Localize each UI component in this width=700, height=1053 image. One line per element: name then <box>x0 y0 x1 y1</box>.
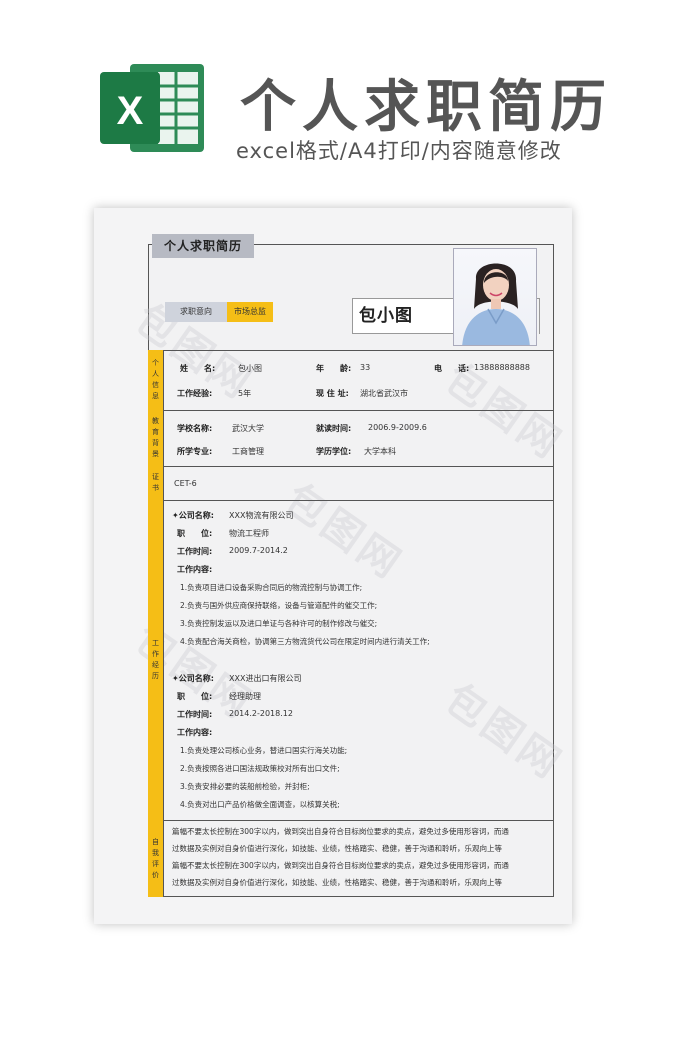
job2-content-label: 工作内容: <box>177 728 213 737</box>
job1-duty: 3.负责控制发运以及进口单证与各种许可的制作修改与催交; <box>180 619 378 628</box>
degree-value: 大学本科 <box>364 447 396 456</box>
job1-time-label: 工作时间: <box>177 547 213 556</box>
excel-logo-icon: X <box>100 64 204 152</box>
logo-letter: X <box>117 89 144 133</box>
job2-duty: 3.负责安排必要的装船前检验，并封柜; <box>180 782 310 791</box>
job2-duty: 1.负责处理公司核心业务，替进口国实行海关功能; <box>180 746 348 755</box>
certificate-value: CET-6 <box>174 479 197 488</box>
job2-position-label: 职 位: <box>177 692 213 701</box>
phone-value: 13888888888 <box>474 363 530 372</box>
self-eval-line: 篇幅不要太长控制在300字以内，做到突出自身符合目标岗位要求的卖点，避免过多使用… <box>172 827 509 836</box>
job1-duty: 2.负责与国外供应商保持联络，设备与管道配件的催交工作; <box>180 601 378 610</box>
divider <box>148 350 554 351</box>
job1-content-label: 工作内容: <box>177 565 213 574</box>
banner: X 个人求职简历 excel格式/A4打印/内容随意修改 <box>0 0 700 200</box>
section-work-label: 工作经历 <box>148 500 164 820</box>
age-value: 33 <box>360 363 371 372</box>
job1-duty: 1.负责项目进口设备采购合同后的物流控制与协调工作; <box>180 583 363 592</box>
self-eval-line: 过数据及实例对自身价值进行深化，如技能、业绩，性格踏实、稳健，善于沟通和聆听，乐… <box>172 878 502 887</box>
job2-duty: 2.负责按照各进口国法规政策校对所有出口文件; <box>180 764 340 773</box>
divider <box>148 410 554 411</box>
school-value: 武汉大学 <box>232 424 264 433</box>
self-eval-line: 过数据及实例对自身价值进行深化，如技能、业绩，性格踏实、稳健，善于沟通和聆听，乐… <box>172 844 502 853</box>
job1-company-label: ✦公司名称: <box>172 511 214 520</box>
name-label: 姓 名: <box>180 364 216 373</box>
degree-label: 学历学位: <box>316 447 352 456</box>
major-value: 工商管理 <box>232 447 264 456</box>
job1-company: XXX物流有限公司 <box>229 511 294 520</box>
job1-duty: 4.负责配合海关商检，协调第三方物流货代公司在限定时间内进行清关工作; <box>180 637 430 646</box>
name-value: 包小图 <box>238 364 262 373</box>
display-name: 包小图 <box>352 298 456 334</box>
intent-value: 市场总监 <box>227 302 273 322</box>
job2-time: 2014.2-2018.12 <box>229 709 293 718</box>
section-personal-label: 个人信息 <box>148 350 164 410</box>
school-label: 学校名称: <box>177 424 213 433</box>
job2-duty: 4.负责对出口产品价格做全面调查，以核算关税; <box>180 800 340 809</box>
banner-title: 个人求职简历 <box>240 75 612 140</box>
divider <box>148 466 554 467</box>
job1-time: 2009.7-2014.2 <box>229 546 288 555</box>
divider <box>148 500 554 501</box>
self-eval-line: 篇幅不要太长控制在300字以内，做到突出自身符合目标岗位要求的卖点，避免过多使用… <box>172 861 509 870</box>
job2-company-label: ✦公司名称: <box>172 674 214 683</box>
experience-value: 5年 <box>238 389 252 398</box>
person-photo-icon <box>462 263 530 345</box>
job1-position-label: 职 位: <box>177 529 213 538</box>
divider <box>148 820 554 821</box>
address-value: 湖北省武汉市 <box>360 389 408 398</box>
intent-label: 求职意向 <box>165 302 227 322</box>
job2-position: 经理助理 <box>229 692 261 701</box>
study-period-value: 2006.9-2009.6 <box>368 423 427 432</box>
address-label: 现 住 址: <box>316 389 349 398</box>
section-self-eval-label: 自我评价 <box>148 820 164 897</box>
profile-photo <box>453 248 537 346</box>
job2-time-label: 工作时间: <box>177 710 213 719</box>
job1-position: 物流工程师 <box>229 529 269 538</box>
self-eval-text: 篇幅不要太长控制在300字以内，做到突出自身符合目标岗位要求的卖点，避免过多使用… <box>172 823 546 891</box>
section-education-label: 教育背景 <box>148 410 164 466</box>
job-intent: 求职意向 市场总监 <box>165 302 273 322</box>
section-certificate-label: 证书 <box>148 466 164 500</box>
phone-label: 电 话: <box>434 364 470 373</box>
age-label: 年 龄: <box>316 364 352 373</box>
experience-label: 工作经验: <box>177 389 213 398</box>
resume-title-tab: 个人求职简历 <box>152 234 254 258</box>
major-label: 所学专业: <box>177 447 213 456</box>
study-period-label: 就读时间: <box>316 424 352 433</box>
banner-subtitle: excel格式/A4打印/内容随意修改 <box>236 139 562 163</box>
job2-company: XXX进出口有限公司 <box>229 674 302 683</box>
